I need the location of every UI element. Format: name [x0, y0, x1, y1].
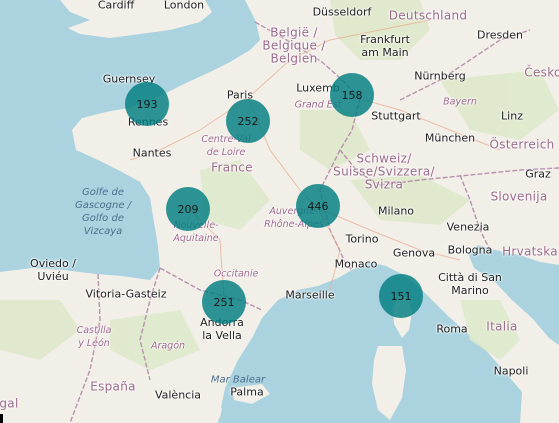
label-linz: Linz	[501, 109, 523, 123]
label-frankfurt: Frankfurt am Main	[360, 33, 410, 59]
label-frankfurt-1: Frankfurt	[360, 33, 410, 46]
cluster-marker-209[interactable]: 209	[166, 187, 210, 231]
label-torino: Torino	[345, 232, 379, 246]
label-napoli: Napoli	[493, 364, 529, 378]
label-france: France	[211, 160, 253, 175]
label-andorra-2: la Vella	[202, 329, 242, 342]
label-castilla-2: y León	[78, 338, 110, 349]
label-venezia: Venezia	[446, 220, 490, 234]
label-bologna: Bologna	[447, 243, 493, 257]
map-canvas[interactable]: Cardiff London Düsseldorf Deutschland Be…	[0, 0, 559, 423]
label-golfe-2: Gascogne /	[74, 200, 132, 211]
label-centre-2: de Loire	[206, 147, 246, 158]
cluster-marker-252[interactable]: 252	[226, 99, 270, 143]
cluster-marker-251-pyrenees[interactable]: 251	[202, 280, 246, 324]
label-munchen: München	[424, 131, 476, 145]
label-golfe-de-gascogne: Golfe de Gascogne / Golfo de Vizcaya	[75, 186, 131, 238]
label-citta-1: Città di San	[438, 271, 502, 284]
label-cardiff: Cardiff	[97, 0, 135, 12]
label-belgique-3: Belgien	[270, 51, 318, 66]
label-oviedo-1: Oviedo /	[30, 257, 76, 270]
label-graz: Graz	[525, 167, 551, 181]
cluster-count: 151	[390, 289, 412, 303]
label-palma: Palma	[230, 385, 264, 399]
label-bayern: Bayern	[443, 96, 477, 108]
map-corner-mark	[0, 414, 3, 423]
label-nurnberg: Nürnberg	[414, 69, 466, 83]
label-schweiz: Schweiz/ Suisse/Svizzera/ Svizra	[333, 152, 435, 192]
cluster-marker-193[interactable]: 193	[125, 82, 169, 126]
cluster-count: 158	[341, 88, 363, 102]
label-italia: Italia	[486, 319, 518, 334]
cluster-count: 193	[136, 97, 158, 111]
label-golfe-4: Vizcaya	[83, 226, 123, 237]
label-frankfurt-2: am Main	[361, 46, 409, 59]
label-nouvelle-2: Aquitaine	[173, 233, 219, 244]
label-slovenija: Slovenija	[490, 189, 548, 204]
label-genova: Genova	[392, 246, 436, 260]
label-portugal-partial: gal	[0, 396, 19, 411]
label-dresden: Dresden	[477, 28, 523, 42]
cluster-marker-158[interactable]: 158	[330, 73, 374, 117]
label-roma: Roma	[436, 322, 468, 336]
label-golfe-3: Golfo de	[82, 213, 124, 224]
cluster-count: 446	[307, 199, 329, 213]
label-cesko: Česko	[524, 65, 559, 80]
label-castilla-1: Castilla	[76, 325, 112, 336]
cluster-marker-151[interactable]: 151	[379, 274, 423, 318]
label-vitoria-gasteiz: Vitoria-Gasteiz	[85, 287, 167, 301]
label-hrvatska: Hrvatska	[502, 244, 558, 259]
label-monaco: Monaco	[334, 257, 378, 271]
label-occitanie: Occitanie	[213, 268, 259, 280]
cluster-count: 252	[237, 114, 259, 128]
label-schweiz-3: Svizra	[364, 177, 404, 192]
cluster-marker-446[interactable]: 446	[296, 184, 340, 228]
label-citta-2: Marino	[451, 284, 489, 297]
label-osterreich: Österreich	[489, 137, 555, 152]
label-citta-di-san-marino: Città di San Marino	[438, 271, 502, 297]
label-nantes: Nantes	[132, 146, 172, 160]
label-oviedo: Oviedo / Uviéu	[30, 257, 76, 283]
label-marseille: Marseille	[285, 288, 335, 302]
cluster-count: 209	[177, 202, 199, 216]
label-aragon: Aragón	[150, 340, 186, 352]
label-castilla: Castilla y León	[77, 324, 112, 350]
label-belgique: België / Belgique / Belgien	[262, 26, 325, 66]
label-stuttgart: Stuttgart	[371, 109, 421, 123]
label-dusseldorf: Düsseldorf	[312, 5, 372, 19]
label-valencia: València	[154, 388, 202, 402]
label-milano: Milano	[377, 204, 415, 218]
label-london: London	[163, 0, 205, 12]
cluster-count: 251	[213, 295, 235, 309]
label-golfe-1: Golfe de	[82, 187, 124, 198]
label-espana: España	[90, 379, 136, 394]
label-oviedo-2: Uviéu	[37, 270, 69, 283]
label-deutschland: Deutschland	[388, 8, 468, 23]
